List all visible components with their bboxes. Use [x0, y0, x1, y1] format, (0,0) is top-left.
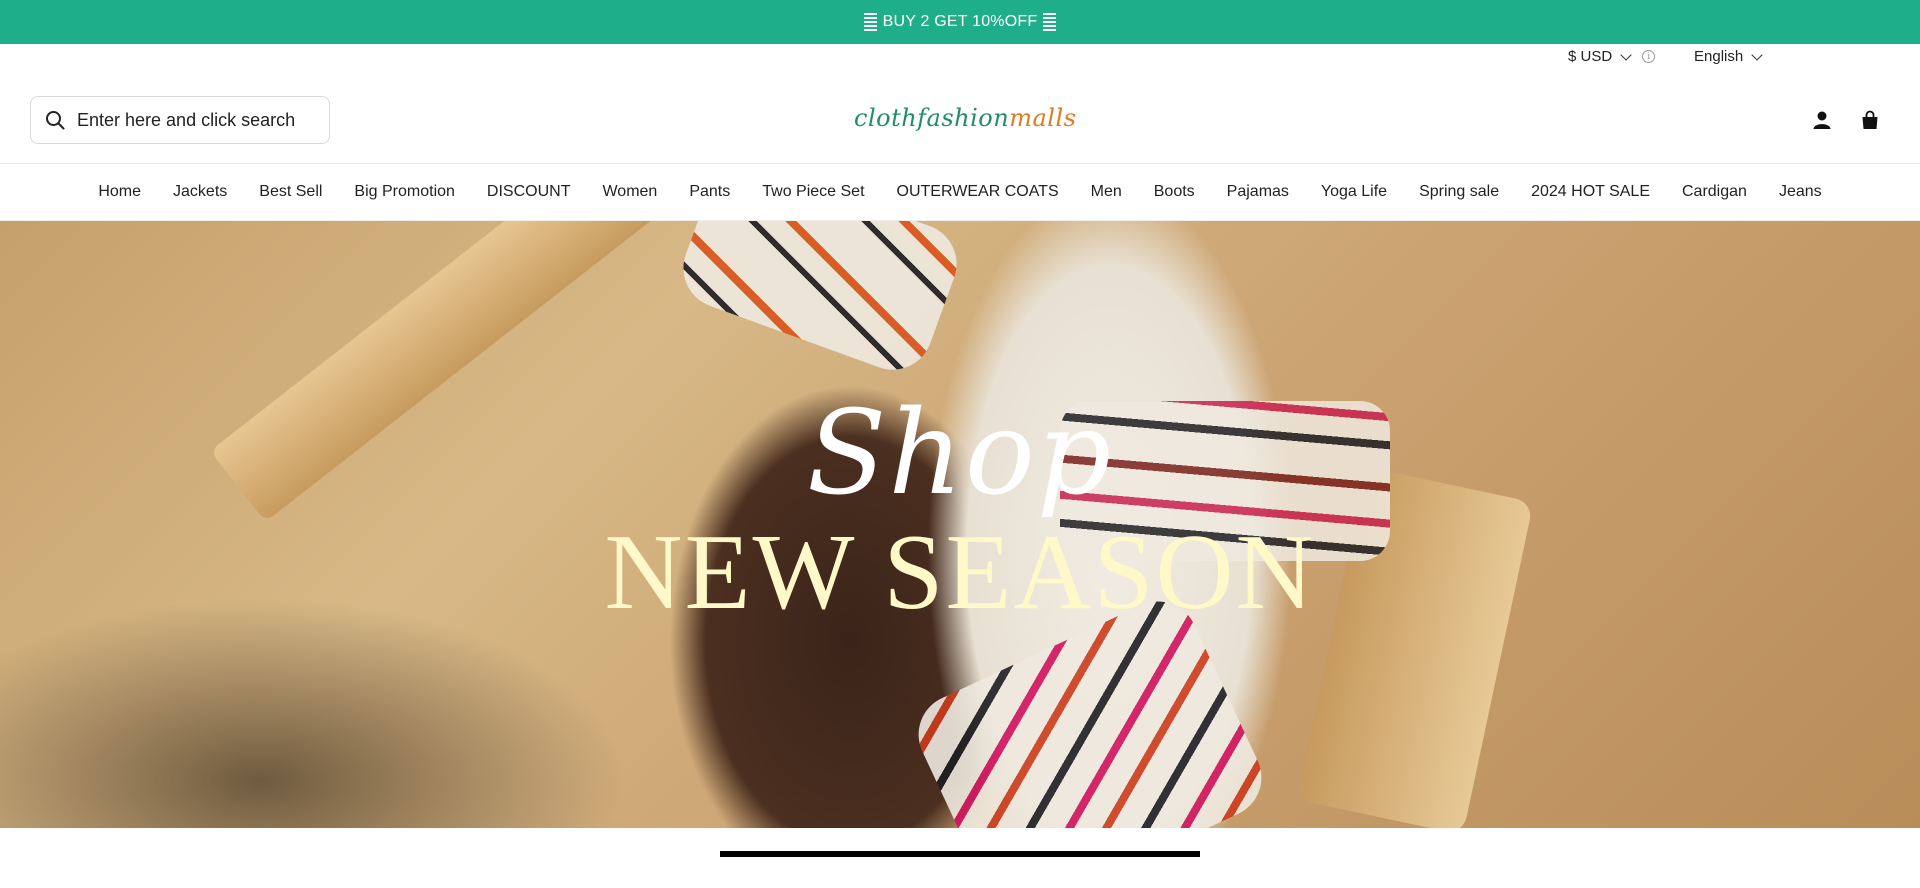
search-box[interactable] [30, 96, 330, 144]
stripe-glyph-icon [863, 13, 877, 31]
chevron-down-icon [1620, 48, 1632, 61]
nav-item-men[interactable]: Men [1091, 183, 1122, 201]
hero-photo-sleeve [672, 221, 968, 381]
hero-banner[interactable]: Shop NEW SEASON [0, 221, 1920, 828]
announcement-bar: BUY 2 GET 10%OFF [0, 0, 1920, 44]
search-icon[interactable] [45, 110, 65, 130]
site-header: clothfashionmalls [0, 68, 1920, 164]
nav-item-spring-sale[interactable]: Spring sale [1419, 183, 1499, 201]
currency-label: $ USD [1568, 48, 1613, 65]
hero-headline: NEW SEASON [604, 513, 1316, 632]
search-input[interactable] [77, 109, 307, 131]
nav-item-pants[interactable]: Pants [689, 183, 730, 201]
main-nav: Home Jackets Best Sell Big Promotion DIS… [0, 164, 1920, 221]
cart-icon[interactable] [1858, 108, 1882, 132]
info-icon[interactable]: i [1642, 50, 1656, 63]
nav-item-outerwear-coats[interactable]: OUTERWEAR COATS [897, 183, 1059, 201]
nav-item-cardigan[interactable]: Cardigan [1682, 183, 1747, 201]
announcement-text: BUY 2 GET 10%OFF [882, 13, 1038, 30]
stripe-glyph-icon [1043, 13, 1057, 31]
account-icon[interactable] [1810, 108, 1834, 132]
logo-part-2: malls [1009, 104, 1077, 132]
nav-item-2024-hot-sale[interactable]: 2024 HOT SALE [1531, 183, 1650, 201]
chevron-down-icon [1751, 48, 1763, 61]
slideshow-progress-bar[interactable] [720, 851, 1200, 857]
logo-part-1: clothfashion [854, 104, 1010, 132]
hero-script-text: Shop [806, 386, 1114, 521]
language-selector[interactable]: English [1694, 48, 1763, 65]
currency-selector[interactable]: $ USD i [1568, 48, 1656, 65]
nav-item-jeans[interactable]: Jeans [1779, 183, 1822, 201]
nav-item-jackets[interactable]: Jackets [173, 183, 227, 201]
nav-item-boots[interactable]: Boots [1154, 183, 1195, 201]
nav-item-big-promotion[interactable]: Big Promotion [354, 183, 455, 201]
nav-item-two-piece-set[interactable]: Two Piece Set [762, 183, 864, 201]
nav-item-pajamas[interactable]: Pajamas [1227, 183, 1289, 201]
language-label: English [1694, 48, 1744, 65]
nav-item-home[interactable]: Home [98, 183, 141, 201]
utility-bar: $ USD i English [0, 44, 1920, 68]
nav-item-yoga-life[interactable]: Yoga Life [1321, 183, 1387, 201]
site-logo[interactable]: clothfashionmalls [854, 104, 1076, 132]
nav-item-discount[interactable]: DISCOUNT [487, 183, 571, 201]
nav-item-women[interactable]: Women [602, 183, 657, 201]
nav-item-best-sell[interactable]: Best Sell [259, 183, 322, 201]
